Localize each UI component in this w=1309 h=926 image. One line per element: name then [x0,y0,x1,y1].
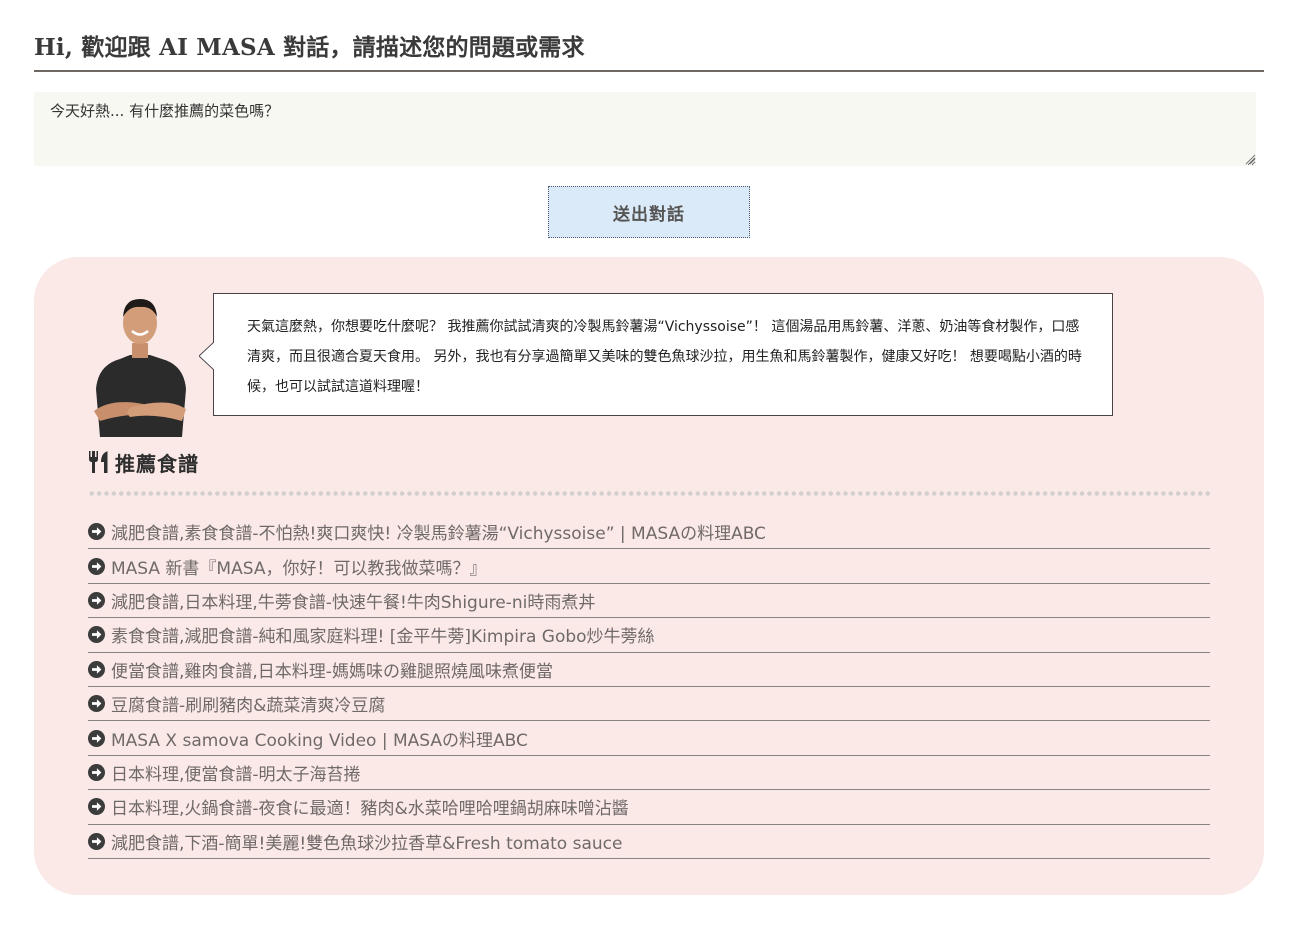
chat-input[interactable]: 今天好熱... 有什麼推薦的菜色嗎？ [34,92,1256,166]
recipe-link[interactable]: MASA X samova Cooking Video | MASAの料理ABC [111,726,528,751]
recipe-link[interactable]: 減肥食譜,下酒-簡單!美麗!雙色魚球沙拉香草&Fresh tomato sauc… [111,829,622,854]
recipe-item[interactable]: 便當食譜,雞肉食譜,日本料理-媽媽味の雞腿照燒風味煮便當 [88,653,1210,687]
response-panel: 天氣這麼熱，你想要吃什麼呢？ 我推薦你試試清爽的冷製馬鈴薯湯“Vichyssoi… [34,257,1264,895]
recipe-item[interactable]: 豆腐食譜-刷刷豬肉&蔬菜清爽冷豆腐 [88,687,1210,722]
recipe-item[interactable]: 減肥食譜,日本料理,牛蒡食譜-快速午餐!牛肉Shigure-ni時雨煮丼 [88,584,1210,619]
recipe-item[interactable]: MASA 新書『MASA，你好！可以教我做菜嗎？』 [88,549,1210,584]
circle-arrow-right-icon [88,832,105,850]
recipe-link[interactable]: 素食食譜,減肥食譜-純和風家庭料理! [金平牛蒡]Kimpira Gobo炒牛蒡… [111,622,655,647]
recipe-link[interactable]: MASA 新書『MASA，你好！可以教我做菜嗎？』 [111,554,486,579]
dotted-divider [88,491,1210,496]
recipe-item[interactable]: 減肥食譜,下酒-簡單!美麗!雙色魚球沙拉香草&Fresh tomato sauc… [88,825,1210,859]
circle-arrow-right-icon [88,660,105,678]
recipe-list: 減肥食譜,素食食譜-不怕熱!爽口爽快! 冷製馬鈴薯湯“Vichyssoise” … [88,515,1210,859]
recommendations-heading: 推薦食譜 [88,447,199,477]
page-title: Hi, 歡迎跟 AI MASA 對話，請描述您的問題或需求 [34,34,585,61]
resize-grip-icon[interactable] [1245,154,1256,165]
recipe-item[interactable]: 素食食譜,減肥食譜-純和風家庭料理! [金平牛蒡]Kimpira Gobo炒牛蒡… [88,618,1210,653]
recipe-link[interactable]: 日本料理,便當食譜-明太子海苔捲 [111,760,361,785]
recipe-link[interactable]: 便當食譜,雞肉食譜,日本料理-媽媽味の雞腿照燒風味煮便當 [111,657,553,682]
recipe-link[interactable]: 減肥食譜,日本料理,牛蒡食譜-快速午餐!牛肉Shigure-ni時雨煮丼 [111,588,595,613]
recommendations-title: 推薦食譜 [115,451,199,476]
circle-arrow-right-icon [88,626,105,644]
recipe-link[interactable]: 日本料理,火鍋食譜-夜食に最適！豬肉&水菜哈哩哈哩鍋胡麻味噌沾醬 [111,794,629,819]
circle-arrow-right-icon [88,591,105,609]
speech-bubble: 天氣這麼熱，你想要吃什麼呢？ 我推薦你試試清爽的冷製馬鈴薯湯“Vichyssoi… [199,293,1113,416]
circle-arrow-right-icon [88,523,105,541]
recipe-item[interactable]: 減肥食譜,素食食譜-不怕熱!爽口爽快! 冷製馬鈴薯湯“Vichyssoise” … [88,515,1210,550]
bubble-tail [199,342,214,370]
circle-arrow-right-icon [88,557,105,575]
recipe-link[interactable]: 豆腐食譜-刷刷豬肉&蔬菜清爽冷豆腐 [111,691,385,716]
circle-arrow-right-icon [88,729,105,747]
recipe-link[interactable]: 減肥食譜,素食食譜-不怕熱!爽口爽快! 冷製馬鈴薯湯“Vichyssoise” … [111,519,766,544]
title-divider [34,70,1264,72]
send-button[interactable]: 送出對話 [548,186,750,238]
masa-avatar [94,299,186,437]
circle-arrow-right-icon [88,798,105,816]
recipe-item[interactable]: 日本料理,便當食譜-明太子海苔捲 [88,756,1210,791]
recipe-item[interactable]: 日本料理,火鍋食譜-夜食に最適！豬肉&水菜哈哩哈哩鍋胡麻味噌沾醬 [88,790,1210,825]
ai-response-text: 天氣這麼熱，你想要吃什麼呢？ 我推薦你試試清爽的冷製馬鈴薯湯“Vichyssoi… [247,319,1082,395]
circle-arrow-right-icon [88,695,105,713]
utensils-icon [89,451,108,473]
recipe-item[interactable]: MASA X samova Cooking Video | MASAの料理ABC [88,721,1210,756]
circle-arrow-right-icon [88,763,105,781]
